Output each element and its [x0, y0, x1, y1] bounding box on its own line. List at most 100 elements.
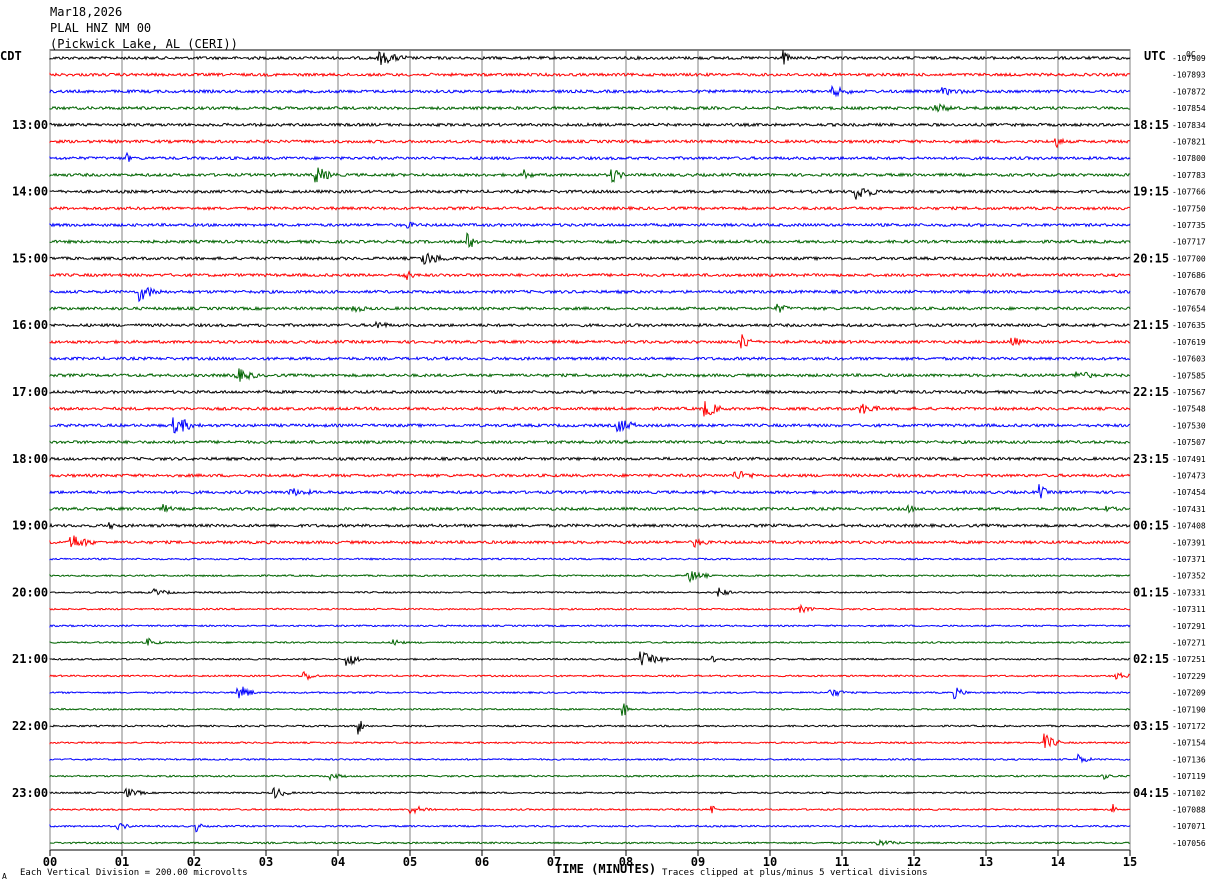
seismic-trace [49, 703, 1131, 716]
trace-offset-label: -107391 [1172, 538, 1206, 547]
seismic-trace [49, 252, 1131, 265]
trace-offset-label: -107209 [1172, 689, 1206, 698]
trace-offset-label: -107229 [1172, 672, 1206, 681]
seismic-trace [49, 84, 1131, 98]
trace-offset-label: -107491 [1172, 455, 1206, 464]
clip-note: Traces clipped at plus/minus 5 vertical … [662, 868, 928, 878]
seismic-trace [49, 417, 1131, 434]
trace-offset-label: -107766 [1172, 188, 1206, 197]
trace-offset-label: -107172 [1172, 722, 1206, 731]
utc-hour-label: 02:15 [1133, 652, 1169, 666]
utc-hour-label: 01:15 [1133, 585, 1169, 599]
seismic-trace [49, 733, 1131, 749]
x-tick-label: 05 [403, 855, 417, 869]
cdt-hour-label: 19:00 [12, 519, 48, 533]
utc-hour-label: 23:15 [1133, 452, 1169, 466]
trace-offset-label: -107603 [1172, 355, 1206, 364]
trace-offset-label: -107331 [1172, 588, 1206, 597]
seismic-trace [49, 571, 1131, 584]
trace-offset-label: -107800 [1172, 154, 1206, 163]
cdt-hour-label: 16:00 [12, 318, 48, 332]
seismic-trace [49, 334, 1131, 349]
seismic-trace [49, 720, 1130, 735]
seismic-trace [49, 122, 1131, 128]
trace-offset-label: -107056 [1172, 839, 1206, 848]
trace-offset-label: -107311 [1172, 605, 1206, 614]
seismic-trace [49, 624, 1131, 628]
seismic-trace [49, 188, 1131, 200]
trace-offset-label: -107700 [1172, 254, 1206, 263]
utc-hour-label: 20:15 [1133, 251, 1169, 265]
seismic-trace [49, 50, 1131, 65]
trace-offset-label: -107371 [1172, 555, 1206, 564]
seismic-trace [49, 456, 1131, 462]
utc-hour-label: 22:15 [1133, 385, 1169, 399]
seismic-trace [49, 103, 1131, 113]
cdt-hour-label: 20:00 [12, 585, 48, 599]
seismic-trace [49, 484, 1131, 499]
trace-offset-label: -107717 [1172, 238, 1206, 247]
seismic-trace [49, 753, 1131, 764]
seismic-trace [49, 320, 1131, 329]
seismic-trace [49, 823, 1131, 833]
utc-hour-label: 21:15 [1133, 318, 1169, 332]
utc-hour-label: 00:15 [1133, 519, 1169, 533]
cdt-hour-label: 15:00 [12, 251, 48, 265]
x-tick-label: 11 [835, 855, 849, 869]
right-timezone-label: UTC [1144, 49, 1166, 63]
x-tick-label: 15 [1123, 855, 1137, 869]
seismic-trace [49, 137, 1131, 149]
trace-offset-label: -107352 [1172, 572, 1206, 581]
seismic-trace [49, 355, 1131, 362]
x-tick-label: 14 [1051, 855, 1065, 869]
trace-offset-label: -107567 [1172, 388, 1206, 397]
trace-offset-label: -107431 [1172, 505, 1206, 514]
x-tick-label: 10 [763, 855, 777, 869]
trace-offset-label: -107271 [1172, 639, 1206, 648]
seismic-trace [49, 535, 1131, 548]
trace-offset-label: -107088 [1172, 806, 1206, 815]
x-tick-label: 12 [907, 855, 921, 869]
cdt-hour-label: 14:00 [12, 185, 48, 199]
seismic-trace [49, 670, 1131, 681]
trace-offset-label: -107454 [1172, 488, 1206, 497]
seismic-trace [49, 773, 1131, 782]
seismic-trace [49, 167, 1131, 183]
trace-offset-label: -107654 [1172, 305, 1206, 314]
trace-offset-label: -107783 [1172, 171, 1206, 180]
plot-frame [49, 49, 1131, 851]
trace-offset-label: -107872 [1172, 87, 1206, 96]
cdt-hour-label: 21:00 [12, 652, 48, 666]
x-tick-label: 13 [979, 855, 993, 869]
seismic-trace [49, 637, 1130, 646]
trace-offset-label: -107136 [1172, 755, 1206, 764]
utc-hour-label: 19:15 [1133, 185, 1169, 199]
seismic-trace [49, 651, 1131, 666]
corner-mark: A [2, 872, 7, 881]
trace-offset-label: -107548 [1172, 405, 1206, 414]
trace-offset-label: -107154 [1172, 739, 1206, 748]
seismic-trace [49, 503, 1131, 514]
seismic-trace [49, 686, 1131, 700]
x-tick-label: 03 [259, 855, 273, 869]
seismic-trace [49, 303, 1131, 313]
trace-offset-label: -107821 [1172, 138, 1206, 147]
cdt-hour-label: 18:00 [12, 452, 48, 466]
cdt-hour-label: 23:00 [12, 786, 48, 800]
trace-offset-label: -107686 [1172, 271, 1206, 280]
seismic-trace [49, 439, 1130, 445]
trace-offset-label: -107735 [1172, 221, 1206, 230]
seismic-trace [49, 71, 1131, 78]
trace-offset-label: -107408 [1172, 522, 1206, 531]
seismic-trace [49, 522, 1131, 531]
utc-hour-label: 18:15 [1133, 118, 1169, 132]
cdt-hour-label: 17:00 [12, 385, 48, 399]
trace-offset-label: -107635 [1172, 321, 1206, 330]
seismic-trace [49, 401, 1131, 417]
seismic-trace [49, 368, 1131, 382]
trace-offset-label: -107854 [1172, 104, 1206, 113]
utc-hour-label: 03:15 [1133, 719, 1169, 733]
trace-offset-label: -107119 [1172, 772, 1206, 781]
helicorder-plot: CDT UTC 0C 00 01 02 03 04 05 06 07 08 09 10 11 12 13 1… [0, 49, 1206, 881]
trace-offset-label: -107190 [1172, 705, 1206, 714]
